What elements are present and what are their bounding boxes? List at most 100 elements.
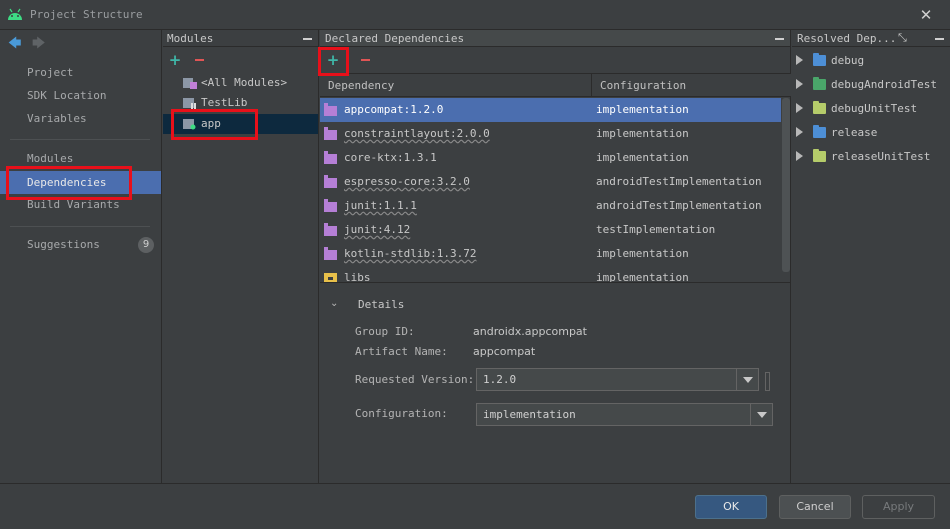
- sidebar-item-build-variants[interactable]: Build Variants: [0, 193, 161, 216]
- table-row[interactable]: kotlin-stdlib:1.3.72 implementation: [320, 242, 781, 266]
- declared-header: Declared Dependencies: [320, 30, 790, 47]
- folder-icon: [813, 77, 826, 90]
- sidebar-divider: [10, 139, 150, 140]
- sidebar-item-modules[interactable]: Modules: [0, 147, 161, 170]
- dependency-name: espresso-core:3.2.0: [344, 175, 470, 188]
- column-divider[interactable]: [591, 74, 592, 97]
- sidebar-divider: [10, 226, 150, 227]
- dependency-name: constraintlayout:2.0.0: [344, 127, 490, 140]
- sidebar-item-project[interactable]: Project: [0, 61, 161, 84]
- requested-version-dropdown[interactable]: 1.2.0: [476, 368, 759, 391]
- table-row[interactable]: constraintlayout:2.0.0 implementation: [320, 122, 781, 146]
- requested-version-label: Requested Version:: [355, 373, 475, 386]
- module-item-app[interactable]: app: [163, 114, 318, 134]
- requested-version-value: 1.2.0: [483, 373, 517, 386]
- dependency-name: kotlin-stdlib:1.3.72: [344, 247, 477, 260]
- modules-pane: Modules + <All Modules> TestLib app: [163, 30, 319, 483]
- artifact-name-label: Artifact Name:: [355, 345, 448, 358]
- add-dependency-icon[interactable]: +: [326, 53, 340, 68]
- expand-arrow-icon[interactable]: [796, 103, 803, 113]
- dependency-scrollbar[interactable]: [782, 98, 790, 272]
- version-extra-button[interactable]: [765, 372, 770, 391]
- remove-module-icon[interactable]: [193, 53, 207, 67]
- details-title: Details: [358, 298, 405, 311]
- expand-arrow-icon[interactable]: [796, 55, 803, 65]
- resolved-dependencies-pane: Resolved Dep... ⤡ debug debugAndroidTest…: [792, 30, 950, 483]
- chevron-down-icon[interactable]: ⌄: [330, 298, 338, 309]
- library-icon: [324, 175, 337, 188]
- table-row[interactable]: espresso-core:3.2.0 androidTestImplement…: [320, 170, 781, 194]
- expand-arrow-icon[interactable]: [796, 79, 803, 89]
- modules-title: Modules: [167, 32, 214, 45]
- configuration-dropdown[interactable]: implementation: [476, 403, 773, 426]
- group-id-value: androidx.appcompat: [473, 325, 587, 338]
- sidebar-item-sdk-location[interactable]: SDK Location: [0, 84, 161, 107]
- back-arrow-icon[interactable]: 🡄: [8, 36, 24, 52]
- modules-icon: [183, 78, 197, 89]
- expand-arrow-icon[interactable]: [796, 127, 803, 137]
- resolved-item-release[interactable]: release: [792, 121, 950, 145]
- forward-arrow-icon[interactable]: 🡆: [32, 36, 48, 52]
- sidebar-item-dependencies[interactable]: Dependencies: [0, 171, 161, 194]
- dependency-name: junit:1.1.1: [344, 199, 417, 212]
- dependency-configuration: implementation: [596, 271, 689, 282]
- configuration-value: implementation: [483, 408, 576, 421]
- sidebar-item-variables[interactable]: Variables: [0, 107, 161, 130]
- group-id-label: Group ID:: [355, 325, 415, 338]
- library-icon: [324, 247, 337, 260]
- chevron-down-icon[interactable]: [750, 404, 772, 425]
- resolved-item-debug[interactable]: debug: [792, 49, 950, 73]
- declared-title: Declared Dependencies: [325, 32, 465, 45]
- cancel-button[interactable]: Cancel: [779, 495, 851, 519]
- minimize-icon[interactable]: [303, 38, 312, 40]
- minimize-icon[interactable]: [935, 38, 944, 40]
- library-icon: [324, 223, 337, 236]
- module-label: app: [201, 117, 221, 130]
- library-icon: [324, 127, 337, 140]
- library-icon: [324, 199, 337, 212]
- add-module-icon[interactable]: +: [168, 53, 182, 68]
- collapse-all-icon[interactable]: ⤡: [898, 32, 910, 44]
- folder-icon: [813, 125, 826, 138]
- table-row[interactable]: junit:4.12 testImplementation: [320, 218, 781, 242]
- module-label: TestLib: [201, 96, 248, 109]
- resolved-item-debugunittest[interactable]: debugUnitTest: [792, 97, 950, 121]
- chevron-down-icon[interactable]: [736, 369, 758, 390]
- dependency-name: junit:4.12: [344, 223, 411, 236]
- minimize-icon[interactable]: [775, 38, 784, 40]
- jar-folder-icon: [324, 273, 337, 282]
- resolved-item-debugandroidtest[interactable]: debugAndroidTest: [792, 73, 950, 97]
- dependency-name: core-ktx:1.3.1: [344, 151, 437, 164]
- expand-arrow-icon[interactable]: [796, 151, 803, 161]
- table-row[interactable]: core-ktx:1.3.1 implementation: [320, 146, 781, 170]
- android-icon: [8, 8, 22, 20]
- resolved-item-releaseunittest[interactable]: releaseUnitTest: [792, 145, 950, 169]
- column-header-dependency[interactable]: Dependency: [328, 79, 394, 92]
- resolved-header: Resolved Dep... ⤡: [792, 30, 950, 47]
- apply-button[interactable]: Apply: [862, 495, 935, 519]
- resolved-item-label: releaseUnitTest: [831, 150, 931, 163]
- details-divider: [320, 282, 791, 283]
- title-bar: Project Structure ✕: [0, 0, 950, 30]
- table-row[interactable]: appcompat:1.2.0 implementation: [320, 98, 781, 122]
- table-row[interactable]: libs implementation: [320, 266, 781, 282]
- ok-button[interactable]: OK: [695, 495, 767, 519]
- folder-icon: [813, 101, 826, 114]
- column-header-configuration[interactable]: Configuration: [600, 79, 686, 92]
- suggestions-count-badge: 9: [138, 237, 154, 253]
- dependency-configuration: implementation: [596, 247, 689, 260]
- dependency-configuration: implementation: [596, 127, 689, 140]
- artifact-name-value: appcompat: [473, 345, 536, 358]
- sidebar-item-suggestions[interactable]: Suggestions 9: [0, 233, 161, 256]
- table-row[interactable]: junit:1.1.1 androidTestImplementation: [320, 194, 781, 218]
- module-item-all[interactable]: <All Modules>: [163, 73, 318, 93]
- close-icon[interactable]: ✕: [916, 5, 936, 25]
- dialog-footer: OK Cancel Apply: [0, 483, 950, 529]
- module-item-testlib[interactable]: TestLib: [163, 93, 318, 113]
- remove-dependency-icon[interactable]: [359, 53, 373, 67]
- app-module-icon: [183, 119, 196, 130]
- dependency-configuration: testImplementation: [596, 223, 716, 236]
- resolved-item-label: debug: [831, 54, 865, 67]
- module-label: <All Modules>: [201, 76, 288, 89]
- dependency-name: appcompat:1.2.0: [344, 103, 444, 116]
